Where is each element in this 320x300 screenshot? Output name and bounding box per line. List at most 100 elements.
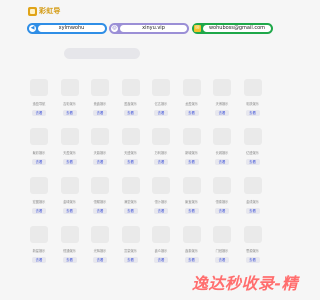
- site-card[interactable]: 天盈娱乐 去看: [60, 128, 79, 170]
- visit-button[interactable]: 去看: [215, 257, 229, 263]
- visit-button[interactable]: 去看: [123, 159, 138, 165]
- site-thumbnail[interactable]: [243, 79, 262, 96]
- visit-button[interactable]: 去看: [184, 159, 199, 165]
- site-thumbnail[interactable]: [60, 128, 79, 145]
- qq-contact[interactable]: ◀ xylmwohu: [27, 23, 107, 34]
- site-thumbnail[interactable]: [30, 128, 48, 145]
- visit-button[interactable]: 去看: [93, 159, 107, 165]
- site-thumbnail[interactable]: [243, 177, 262, 194]
- site-card[interactable]: 恒耀娱乐 去看: [91, 177, 109, 219]
- site-thumbnail[interactable]: [121, 177, 140, 194]
- site-card[interactable]: 恒通娱乐 去看: [60, 226, 79, 268]
- site-thumbnail[interactable]: [152, 226, 170, 243]
- site-card[interactable]: 光辉娱乐 去看: [91, 226, 109, 268]
- visit-button[interactable]: 去看: [93, 110, 107, 116]
- site-thumbnail[interactable]: [30, 177, 48, 194]
- site-card[interactable]: 天盛娱乐 去看: [121, 128, 140, 170]
- visit-button[interactable]: 去看: [123, 208, 138, 214]
- visit-button[interactable]: 去看: [154, 159, 168, 165]
- site-thumbnail[interactable]: [152, 177, 170, 194]
- visit-button[interactable]: 去看: [123, 257, 138, 263]
- visit-button[interactable]: 去看: [93, 257, 107, 263]
- site-thumbnail[interactable]: [91, 177, 109, 194]
- site-card[interactable]: 聚彩娱乐 去看: [30, 128, 48, 170]
- email-contact[interactable]: ✉ wohuboss@gmail.com: [192, 23, 273, 34]
- site-thumbnail[interactable]: [121, 79, 140, 96]
- site-card[interactable]: 亿盛娱乐 去看: [243, 128, 262, 170]
- site-card[interactable]: 聚宝娱乐 去看: [182, 177, 201, 219]
- site-card[interactable]: 龙盈娱乐 去看: [182, 79, 201, 121]
- visit-button[interactable]: 去看: [184, 208, 199, 214]
- site-thumbnail[interactable]: [30, 226, 48, 243]
- visit-button[interactable]: 去看: [62, 110, 77, 116]
- site-card[interactable]: 天鼎娱乐 去看: [91, 128, 109, 170]
- site-thumbnail[interactable]: [182, 79, 201, 96]
- site-card[interactable]: 长城娱乐 去看: [213, 128, 231, 170]
- site-thumbnail[interactable]: [60, 177, 79, 194]
- site-card[interactable]: 万利娱乐 去看: [152, 128, 170, 170]
- site-thumbnail[interactable]: [91, 226, 109, 243]
- site-thumbnail[interactable]: [213, 79, 231, 96]
- site-thumbnail[interactable]: [152, 128, 170, 145]
- site-thumbnail[interactable]: [213, 128, 231, 145]
- site-card[interactable]: 宏图娱乐 去看: [30, 177, 48, 219]
- visit-button[interactable]: 去看: [215, 208, 229, 214]
- site-thumbnail[interactable]: [91, 128, 109, 145]
- site-card[interactable]: 逸蓝导航 去看: [30, 79, 48, 121]
- visit-button[interactable]: 去看: [32, 257, 46, 263]
- visit-button[interactable]: 去看: [245, 257, 260, 263]
- site-card[interactable]: 金球娱乐 去看: [60, 177, 79, 219]
- site-card[interactable]: 亿达娱乐 去看: [152, 79, 170, 121]
- visit-button[interactable]: 去看: [154, 257, 168, 263]
- site-thumbnail[interactable]: [243, 226, 262, 243]
- site-thumbnail[interactable]: [213, 226, 231, 243]
- site-card[interactable]: 门冠娱乐 去看: [213, 226, 231, 268]
- visit-button[interactable]: 去看: [215, 110, 229, 116]
- site-thumbnail[interactable]: [152, 79, 170, 96]
- site-card[interactable]: 新城娱乐 去看: [182, 128, 201, 170]
- site-card[interactable]: 恒沙娱乐 去看: [152, 177, 170, 219]
- site-card[interactable]: 思源娱乐 去看: [243, 226, 262, 268]
- visit-button[interactable]: 去看: [154, 110, 168, 116]
- visit-button[interactable]: 去看: [32, 208, 46, 214]
- site-thumbnail[interactable]: [182, 226, 201, 243]
- site-card[interactable]: 吉彩娱乐 去看: [60, 79, 79, 121]
- visit-button[interactable]: 去看: [62, 208, 77, 214]
- site-card[interactable]: 满堂娱乐 去看: [121, 177, 140, 219]
- visit-button[interactable]: 去看: [93, 208, 107, 214]
- visit-button[interactable]: 去看: [154, 208, 168, 214]
- site-contact[interactable]: ◎ xinyu.vip: [109, 23, 189, 34]
- site-card[interactable]: 盈鑫娱乐 去看: [121, 79, 140, 121]
- visit-button[interactable]: 去看: [215, 159, 229, 165]
- visit-button[interactable]: 去看: [62, 159, 77, 165]
- visit-button[interactable]: 去看: [32, 159, 46, 165]
- visit-button[interactable]: 去看: [245, 159, 260, 165]
- site-thumbnail[interactable]: [60, 79, 79, 96]
- site-card[interactable]: 天博娱乐 去看: [213, 79, 231, 121]
- site-thumbnail[interactable]: [243, 128, 262, 145]
- site-thumbnail[interactable]: [91, 79, 109, 96]
- site-thumbnail[interactable]: [121, 226, 140, 243]
- site-card[interactable]: 彩跃娱乐 去看: [243, 79, 262, 121]
- site-card[interactable]: 鑫泰娱乐 去看: [182, 226, 201, 268]
- visit-button[interactable]: 去看: [245, 110, 260, 116]
- site-thumbnail[interactable]: [60, 226, 79, 243]
- site-thumbnail[interactable]: [121, 128, 140, 145]
- site-card[interactable]: 竞鑫娱乐 去看: [91, 79, 109, 121]
- site-card[interactable]: 恒泰娱乐 去看: [213, 177, 231, 219]
- site-thumbnail[interactable]: [182, 128, 201, 145]
- site-card[interactable]: 富豪娱乐 去看: [121, 226, 140, 268]
- visit-button[interactable]: 去看: [245, 208, 260, 214]
- visit-button[interactable]: 去看: [32, 110, 46, 116]
- visit-button[interactable]: 去看: [184, 110, 199, 116]
- site-card[interactable]: 新星娱乐 去看: [30, 226, 48, 268]
- site-card[interactable]: 鑫众娱乐 去看: [152, 226, 170, 268]
- site-thumbnail[interactable]: [30, 79, 48, 96]
- site-thumbnail[interactable]: [182, 177, 201, 194]
- search-input[interactable]: [64, 48, 140, 59]
- site-logo[interactable]: 彩虹导: [28, 5, 61, 17]
- site-card[interactable]: 金成娱乐 去看: [243, 177, 262, 219]
- visit-button[interactable]: 去看: [184, 257, 199, 263]
- visit-button[interactable]: 去看: [123, 110, 138, 116]
- site-thumbnail[interactable]: [213, 177, 231, 194]
